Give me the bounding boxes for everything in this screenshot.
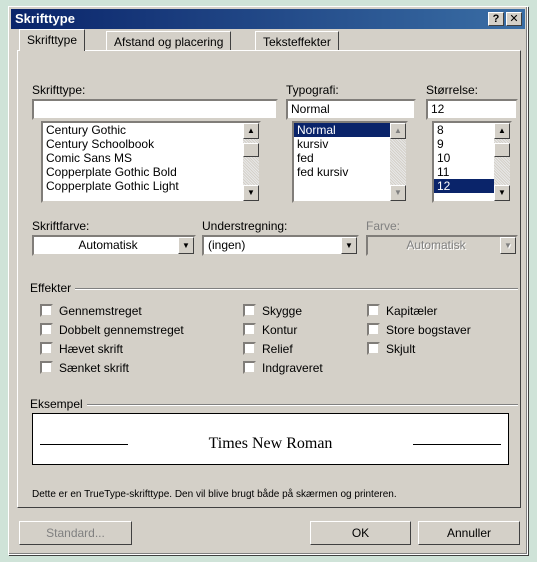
size-input[interactable]: 12 xyxy=(426,99,518,120)
font-color-select[interactable]: Automatisk ▼ xyxy=(32,235,196,256)
checkbox-box[interactable] xyxy=(40,342,53,355)
preview-label: Eksempel xyxy=(30,397,87,411)
checkbox-box[interactable] xyxy=(243,361,256,374)
font-list[interactable]: Century Gothic Century Schoolbook Comic … xyxy=(41,121,261,203)
ok-button[interactable]: OK xyxy=(310,521,411,545)
font-label: Skrifttype: xyxy=(32,83,86,97)
style-input[interactable]: Normal xyxy=(286,99,416,120)
font-color-label: Skriftfarve: xyxy=(32,219,90,233)
checkbox-box[interactable] xyxy=(367,323,380,336)
scroll-up-icon[interactable]: ▲ xyxy=(494,123,510,139)
checkbox-gennemstreget[interactable]: Gennemstreget xyxy=(40,303,142,319)
underline-value: (ingen) xyxy=(208,238,246,252)
checkbox-kontur[interactable]: Kontur xyxy=(243,322,297,338)
tab-afstand[interactable]: Afstand og placering xyxy=(106,31,232,51)
cancel-button-label: Annuller xyxy=(446,526,492,540)
font-dialog: Skrifttype ? ✕ Skrifttype Afstand og pla… xyxy=(8,6,528,555)
scroll-down-icon[interactable]: ▼ xyxy=(390,185,406,201)
checkbox-label: Sænket skrift xyxy=(59,361,130,375)
effects-label: Effekter xyxy=(30,281,76,295)
effects-divider xyxy=(32,288,518,290)
checkbox-box[interactable] xyxy=(40,304,53,317)
checkbox-box[interactable] xyxy=(40,323,53,336)
size-list-scrollbar[interactable]: ▲ ▼ xyxy=(494,123,510,201)
cancel-button[interactable]: Annuller xyxy=(418,521,520,545)
underline-color-value: Automatisk xyxy=(406,238,466,252)
chevron-down-icon: ▼ xyxy=(500,237,516,254)
default-button-label: Standard... xyxy=(46,526,105,540)
font-color-value: Automatisk xyxy=(78,238,138,252)
close-button[interactable]: ✕ xyxy=(506,12,522,26)
size-label: Størrelse: xyxy=(426,83,479,97)
checkbox-box[interactable] xyxy=(367,342,380,355)
scroll-up-icon[interactable]: ▲ xyxy=(390,123,406,139)
scroll-down-icon[interactable]: ▼ xyxy=(494,185,510,201)
style-list-scrollbar[interactable]: ▲ ▼ xyxy=(390,123,406,201)
truetype-note: Dette er en TrueType-skrifttype. Den vil… xyxy=(32,489,397,500)
ok-button-label: OK xyxy=(351,526,370,540)
checkbox-indgraveret[interactable]: Indgraveret xyxy=(243,360,323,376)
checkbox-label: Hævet skrift xyxy=(59,342,124,356)
scroll-up-icon[interactable]: ▲ xyxy=(243,123,259,139)
checkbox-box[interactable] xyxy=(367,304,380,317)
underline-select[interactable]: (ingen) ▼ xyxy=(202,235,359,256)
checkbox-haevet-skrift[interactable]: Hævet skrift xyxy=(40,341,123,357)
checkbox-label: Gennemstreget xyxy=(59,304,142,318)
checkbox-label: Skygge xyxy=(262,304,303,318)
tab-teksteffekter[interactable]: Teksteffekter xyxy=(255,31,339,51)
underline-label: Understregning: xyxy=(202,219,288,233)
help-button[interactable]: ? xyxy=(488,12,504,26)
preview-box: Times New Roman xyxy=(32,413,509,465)
scroll-down-icon[interactable]: ▼ xyxy=(243,185,259,201)
checkbox-store-bogstaver[interactable]: Store bogstaver xyxy=(367,322,471,338)
checkbox-label: Kapitæler xyxy=(386,304,438,318)
checkbox-label: Store bogstaver xyxy=(386,323,471,337)
checkbox-relief[interactable]: Relief xyxy=(243,341,293,357)
chevron-down-icon[interactable]: ▼ xyxy=(178,237,194,254)
checkbox-saenket-skrift[interactable]: Sænket skrift xyxy=(40,360,129,376)
tab-skrifttype[interactable]: Skrifttype xyxy=(19,29,86,51)
checkbox-label: Kontur xyxy=(262,323,298,337)
list-item[interactable]: Copperplate Gothic Light xyxy=(43,179,259,193)
checkbox-label: Dobbelt gennemstreget xyxy=(59,323,184,337)
default-button: Standard... xyxy=(19,521,132,545)
checkbox-skygge[interactable]: Skygge xyxy=(243,303,302,319)
font-list-scrollbar[interactable]: ▲ ▼ xyxy=(243,123,259,201)
title-bar: Skrifttype ? ✕ xyxy=(11,9,525,29)
underline-color-label: Farve: xyxy=(366,219,401,233)
size-list[interactable]: 8 9 10 11 12 ▲ ▼ xyxy=(432,121,512,203)
checkbox-label: Relief xyxy=(262,342,293,356)
checkbox-dobbelt-gennemstreget[interactable]: Dobbelt gennemstreget xyxy=(40,322,184,338)
window-title: Skrifttype xyxy=(15,11,75,26)
preview-sample: Times New Roman xyxy=(208,435,333,452)
checkbox-label: Indgraveret xyxy=(262,361,323,375)
checkbox-box[interactable] xyxy=(40,361,53,374)
checkbox-box[interactable] xyxy=(243,323,256,336)
style-label: Typografi: xyxy=(286,83,339,97)
list-item[interactable]: Century Schoolbook xyxy=(43,137,259,151)
underline-color-select: Automatisk ▼ xyxy=(366,235,518,256)
font-name-input[interactable] xyxy=(32,99,278,120)
checkbox-skjult[interactable]: Skjult xyxy=(367,341,415,357)
checkbox-box[interactable] xyxy=(243,342,256,355)
checkbox-box[interactable] xyxy=(243,304,256,317)
preview-divider xyxy=(32,404,518,406)
list-item[interactable]: Comic Sans MS xyxy=(43,151,259,165)
scroll-thumb[interactable] xyxy=(243,143,259,157)
checkbox-kapitaeler[interactable]: Kapitæler xyxy=(367,303,437,319)
scroll-thumb[interactable] xyxy=(494,143,510,157)
checkbox-label: Skjult xyxy=(386,342,416,356)
list-item[interactable]: Century Gothic xyxy=(43,123,259,137)
list-item[interactable]: Copperplate Gothic Bold xyxy=(43,165,259,179)
chevron-down-icon[interactable]: ▼ xyxy=(341,237,357,254)
style-list[interactable]: Normal kursiv fed fed kursiv ▲ ▼ xyxy=(292,121,408,203)
